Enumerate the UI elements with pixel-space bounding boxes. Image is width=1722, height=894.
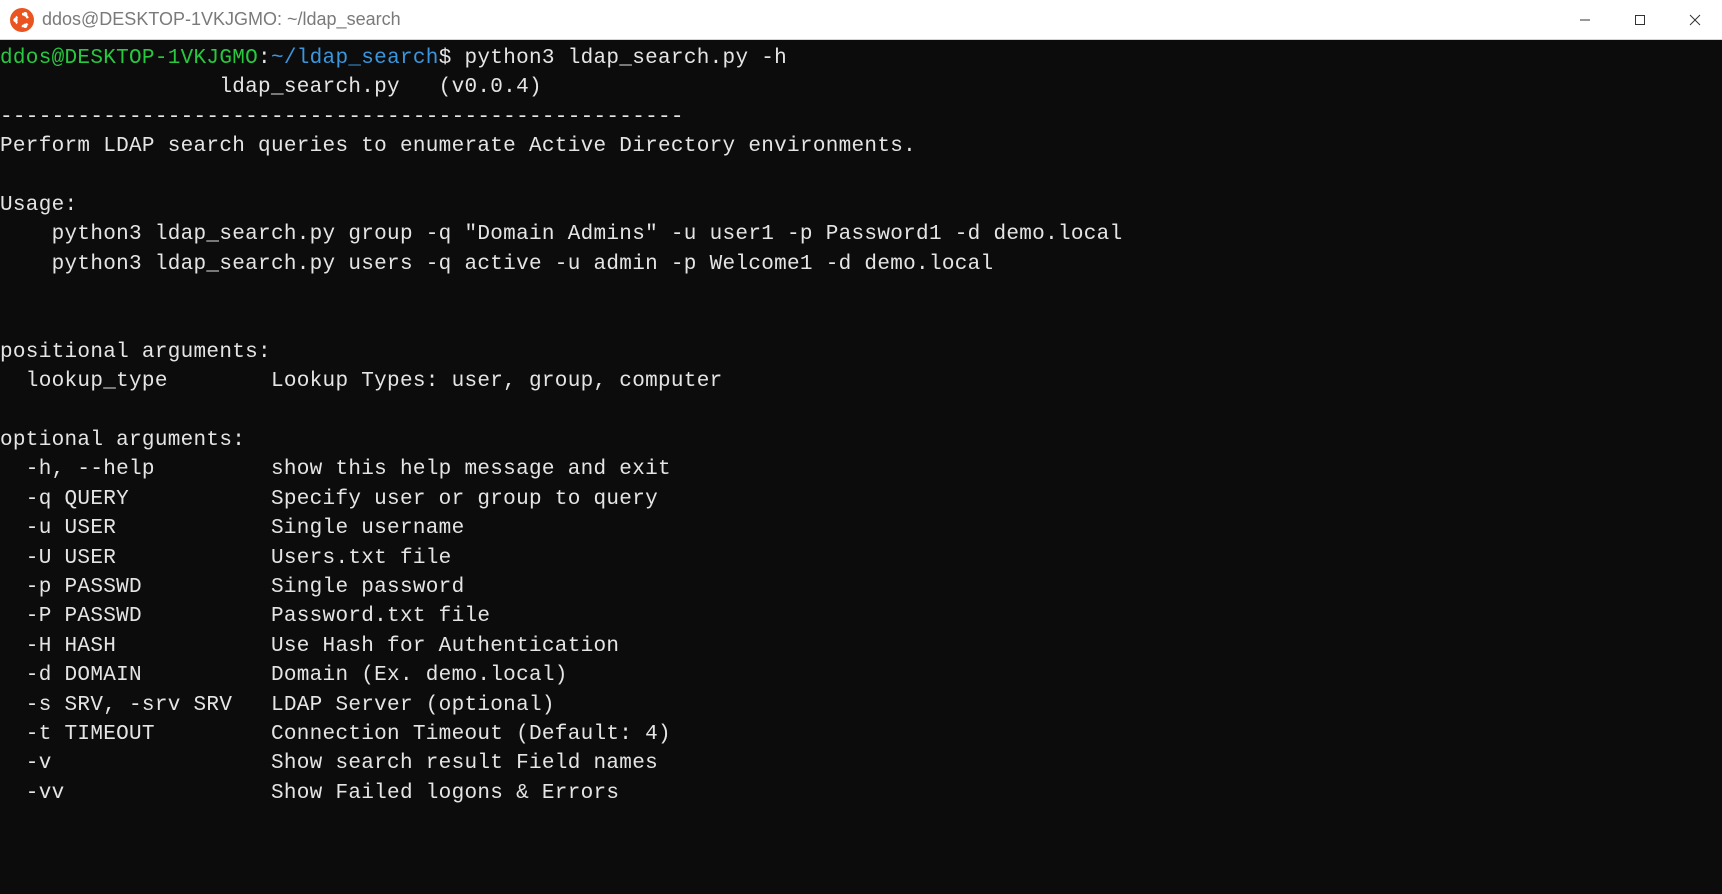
output-usage-header: Usage: xyxy=(0,194,77,217)
output-opt-d: -d DOMAIN Domain (Ex. demo.local) xyxy=(0,664,568,687)
window-titlebar: ddos@DESKTOP-1VKJGMO: ~/ldap_search xyxy=(0,0,1722,40)
output-opt-U: -U USER Users.txt file xyxy=(0,547,452,570)
ubuntu-icon xyxy=(10,8,34,32)
output-positional-lookup: lookup_type Lookup Types: user, group, c… xyxy=(0,370,723,393)
output-opt-H: -H HASH Use Hash for Authentication xyxy=(0,635,619,658)
window-title: ddos@DESKTOP-1VKJGMO: ~/ldap_search xyxy=(42,9,1557,30)
close-button[interactable] xyxy=(1667,0,1722,39)
output-opt-s: -s SRV, -srv SRV LDAP Server (optional) xyxy=(0,694,555,717)
output-optional-header: optional arguments: xyxy=(0,429,245,452)
output-divider: ----------------------------------------… xyxy=(0,106,684,129)
prompt-colon: : xyxy=(258,47,271,70)
terminal-output[interactable]: ddos@DESKTOP-1VKJGMO:~/ldap_search$ pyth… xyxy=(0,40,1722,894)
output-positional-header: positional arguments: xyxy=(0,341,271,364)
maximize-button[interactable] xyxy=(1612,0,1667,39)
output-opt-t: -t TIMEOUT Connection Timeout (Default: … xyxy=(0,723,671,746)
output-opt-v: -v Show search result Field names xyxy=(0,752,658,775)
prompt-dollar: $ xyxy=(439,47,465,70)
prompt-path: ~/ldap_search xyxy=(271,47,439,70)
command-text: python3 ldap_search.py -h xyxy=(465,47,788,70)
prompt-user-host: ddos@DESKTOP-1VKJGMO xyxy=(0,47,258,70)
output-opt-p: -p PASSWD Single password xyxy=(0,576,464,599)
output-opt-u: -u USER Single username xyxy=(0,517,464,540)
output-usage-2: python3 ldap_search.py users -q active -… xyxy=(0,253,993,276)
window-controls xyxy=(1557,0,1722,39)
output-opt-vv: -vv Show Failed logons & Errors xyxy=(0,782,619,805)
output-usage-1: python3 ldap_search.py group -q "Domain … xyxy=(0,223,1122,246)
output-banner: ldap_search.py (v0.0.4) xyxy=(0,76,542,99)
minimize-button[interactable] xyxy=(1557,0,1612,39)
output-opt-P: -P PASSWD Password.txt file xyxy=(0,605,490,628)
output-opt-h: -h, --help show this help message and ex… xyxy=(0,458,671,481)
output-opt-q: -q QUERY Specify user or group to query xyxy=(0,488,658,511)
output-description: Perform LDAP search queries to enumerate… xyxy=(0,135,916,158)
